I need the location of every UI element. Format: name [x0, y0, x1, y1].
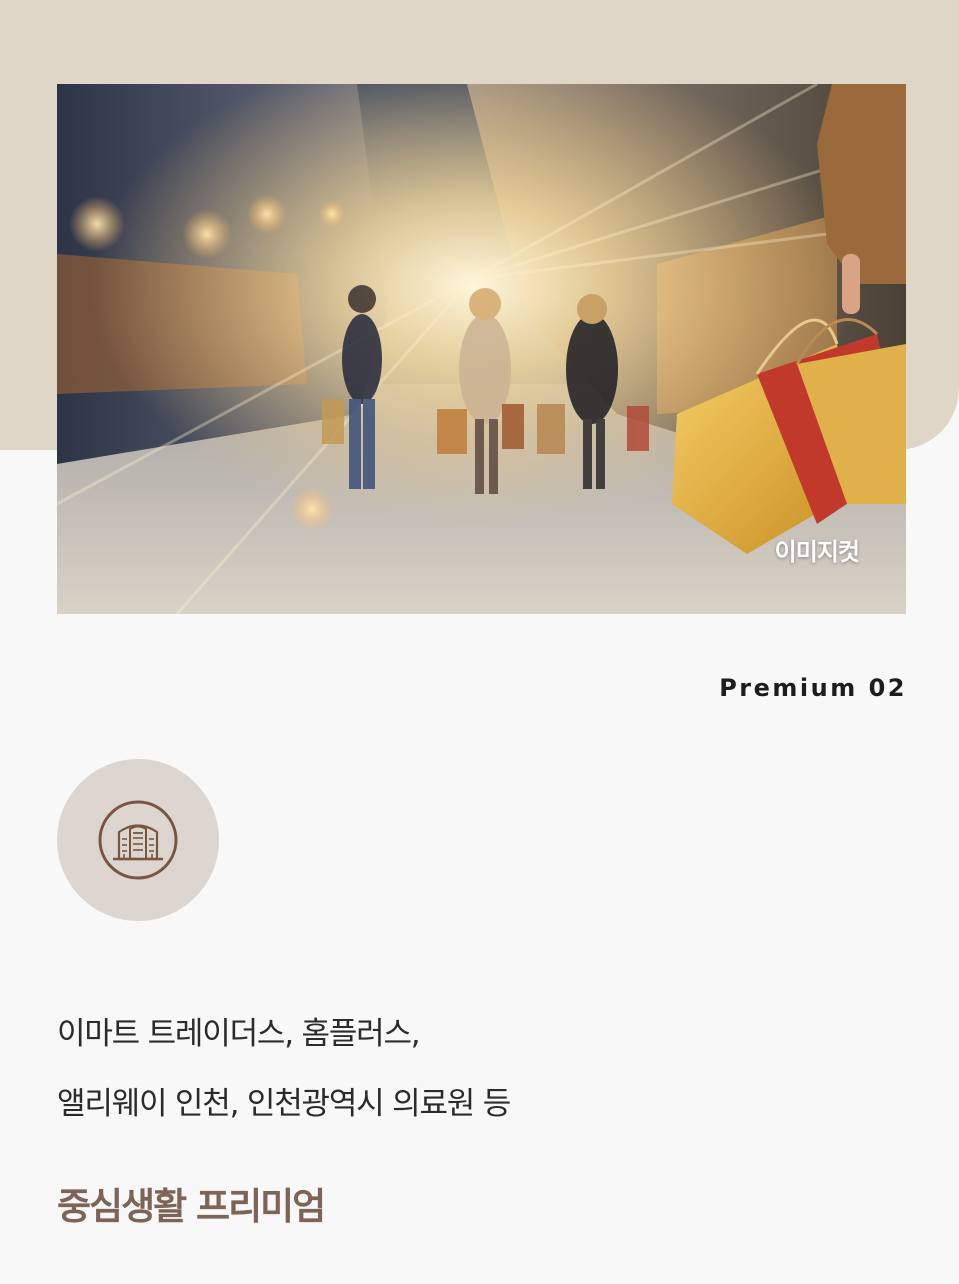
section-headline: 중심생활 프리미엄: [57, 1185, 326, 1228]
description-line-2: 앨리웨이 인천, 인천광역시 의료원 등: [57, 1086, 511, 1122]
watermark-text: 이미지컷: [774, 538, 860, 566]
department-store-icon: [98, 800, 178, 880]
description-line-1: 이마트 트레이더스, 홈플러스,: [57, 1016, 421, 1052]
hero-image: 이미지컷: [57, 84, 906, 614]
icon-circle: [57, 759, 219, 921]
premium-label: Premium 02: [719, 674, 907, 702]
